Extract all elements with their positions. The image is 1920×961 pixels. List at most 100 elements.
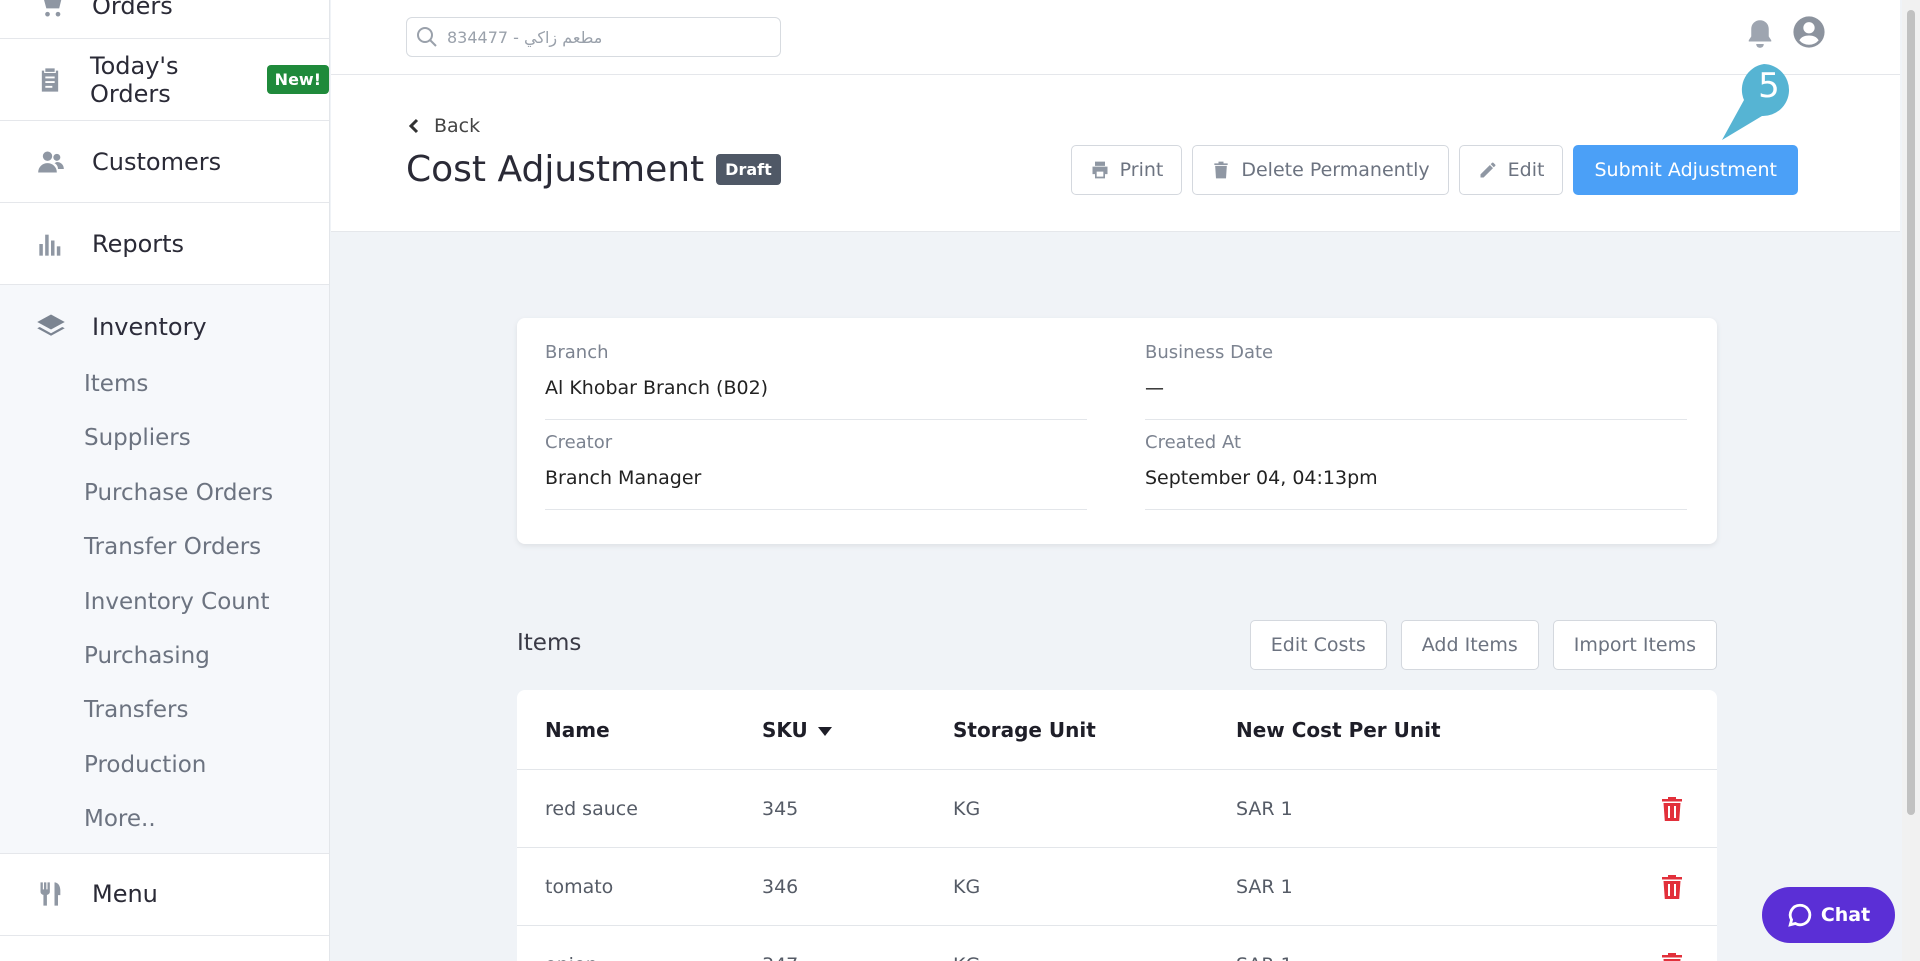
delete-row-icon[interactable] (1660, 952, 1684, 961)
sidebar-item-reports[interactable]: Reports (0, 203, 329, 285)
printer-icon (1092, 161, 1108, 179)
submit-adjustment-button[interactable]: Submit Adjustment (1573, 145, 1798, 195)
sidebar-subitem-suppliers[interactable]: Suppliers (0, 411, 329, 465)
sidebar-item-customers[interactable]: Customers (0, 121, 329, 203)
items-table: Name SKU Storage Unit New Cost Per Unit … (517, 690, 1717, 961)
sidebar-item-label: Reports (92, 229, 185, 258)
sidebar-subitem-transfer-orders[interactable]: Transfer Orders (0, 520, 329, 574)
user-avatar-icon[interactable] (1792, 15, 1826, 49)
title-row: Cost Adjustment Draft (406, 149, 781, 190)
top-bar (331, 0, 1900, 75)
branch-label: Branch (545, 342, 609, 363)
sidebar-subitem-production[interactable]: Production (0, 738, 329, 792)
inventory-section: Inventory Items Suppliers Purchase Order… (0, 285, 329, 854)
cart-icon (36, 0, 66, 21)
business-date-value: — (1145, 377, 1164, 399)
created-at-field: Created At September 04, 04:13pm (1145, 420, 1687, 510)
cell-name: tomato (545, 876, 614, 898)
creator-field: Creator Branch Manager (545, 420, 1087, 510)
submit-label: Submit Adjustment (1594, 159, 1777, 181)
search-box[interactable] (406, 17, 781, 57)
delete-row-icon[interactable] (1660, 796, 1684, 822)
sidebar-item-todays-orders[interactable]: Today's Orders New! (0, 39, 329, 121)
column-header-storage-unit[interactable]: Storage Unit (953, 690, 1096, 770)
table-row[interactable]: red sauce 345 KG SAR 1 (517, 770, 1717, 848)
chat-label: Chat (1820, 904, 1871, 926)
chevron-left-icon (408, 118, 419, 134)
cell-cost: SAR 1 (1236, 876, 1293, 898)
items-title: Items (517, 630, 582, 656)
sidebar-item-label: Today's Orders (90, 51, 179, 108)
page-header: Back Cost Adjustment Draft Print Delete … (331, 75, 1900, 232)
cell-sku: 345 (762, 798, 799, 820)
sidebar-item-menu[interactable]: Menu (0, 854, 329, 936)
sidebar-subitem-transfers[interactable]: Transfers (0, 683, 329, 737)
creator-value: Branch Manager (545, 467, 702, 489)
sidebar-item-label: Orders (92, 0, 173, 20)
business-date-field: Business Date — (1145, 330, 1687, 420)
step-number: 5 (1758, 66, 1780, 106)
branch-field: Branch Al Khobar Branch (B02) (545, 330, 1087, 420)
page-scrollbar[interactable] (1902, 0, 1920, 961)
column-header-name[interactable]: Name (545, 690, 610, 770)
print-label: Print (1119, 159, 1164, 181)
scrollbar-thumb[interactable] (1907, 10, 1915, 815)
edit-label: Edit (1507, 159, 1545, 181)
status-badge: Draft (716, 154, 781, 185)
header-actions: Print Delete Permanently Edit Submit Adj… (1070, 145, 1798, 195)
cell-name: onion (545, 926, 598, 961)
print-button[interactable]: Print (1070, 145, 1183, 195)
sidebar-item-label: Inventory (92, 313, 207, 341)
utensils-icon (36, 879, 66, 909)
delete-row-icon[interactable] (1660, 874, 1684, 900)
created-at-value: September 04, 04:13pm (1145, 467, 1378, 489)
trash-icon (1214, 161, 1229, 179)
sidebar-item-label: Customers (92, 147, 222, 176)
cell-sku: 347 (762, 926, 798, 961)
sidebar-subitem-purchasing[interactable]: Purchasing (0, 629, 329, 683)
add-items-button[interactable]: Add Items (1400, 620, 1539, 670)
column-header-sku[interactable]: SKU (762, 690, 832, 770)
chat-button[interactable]: Chat (1762, 887, 1895, 943)
business-date-label: Business Date (1145, 342, 1274, 363)
cell-name: red sauce (545, 798, 638, 820)
column-header-label: New Cost Per Unit (1236, 718, 1441, 742)
edit-button[interactable]: Edit (1458, 145, 1564, 195)
search-icon (417, 27, 437, 47)
column-header-label: SKU (762, 718, 808, 742)
cell-unit: KG (953, 926, 980, 961)
creator-label: Creator (545, 432, 613, 453)
sidebar-item-label: Menu (92, 880, 158, 909)
details-card: Branch Al Khobar Branch (B02) Business D… (517, 318, 1717, 544)
sidebar-subitem-more[interactable]: More.. (0, 792, 329, 846)
bell-icon[interactable] (1745, 17, 1775, 51)
sort-desc-icon (817, 727, 832, 736)
sidebar: Orders Today's Orders New! Customers Rep… (0, 0, 330, 961)
table-row[interactable]: tomato 346 KG SAR 1 (517, 848, 1717, 926)
pencil-icon (1480, 162, 1496, 178)
delete-label: Delete Permanently (1241, 159, 1430, 181)
cell-unit: KG (953, 876, 981, 898)
sidebar-item-orders[interactable]: Orders (0, 0, 329, 39)
items-actions: Edit Costs Add Items Import Items (1249, 620, 1717, 670)
sidebar-subitem-inventory-count[interactable]: Inventory Count (0, 575, 329, 629)
chat-bubble-icon (1788, 903, 1812, 927)
search-input[interactable] (447, 27, 767, 47)
column-header-new-cost[interactable]: New Cost Per Unit (1236, 690, 1441, 770)
edit-costs-button[interactable]: Edit Costs (1249, 620, 1387, 670)
sidebar-item-inventory[interactable]: Inventory (0, 297, 329, 357)
table-row[interactable]: onion 347 KG SAR 1 (517, 926, 1717, 961)
layers-icon (36, 312, 66, 342)
created-at-label: Created At (1145, 432, 1242, 453)
delete-permanently-button[interactable]: Delete Permanently (1192, 145, 1449, 195)
branch-value: Al Khobar Branch (B02) (545, 377, 769, 399)
cell-unit: KG (953, 798, 981, 820)
new-badge: New! (266, 65, 329, 94)
cell-sku: 346 (762, 876, 799, 898)
import-items-button[interactable]: Import Items (1552, 620, 1717, 670)
sidebar-subitem-items[interactable]: Items (0, 357, 329, 411)
column-header-label: Name (545, 718, 610, 742)
bar-chart-icon (36, 229, 66, 259)
back-link[interactable]: Back (406, 115, 480, 137)
sidebar-subitem-purchase-orders[interactable]: Purchase Orders (0, 466, 329, 520)
